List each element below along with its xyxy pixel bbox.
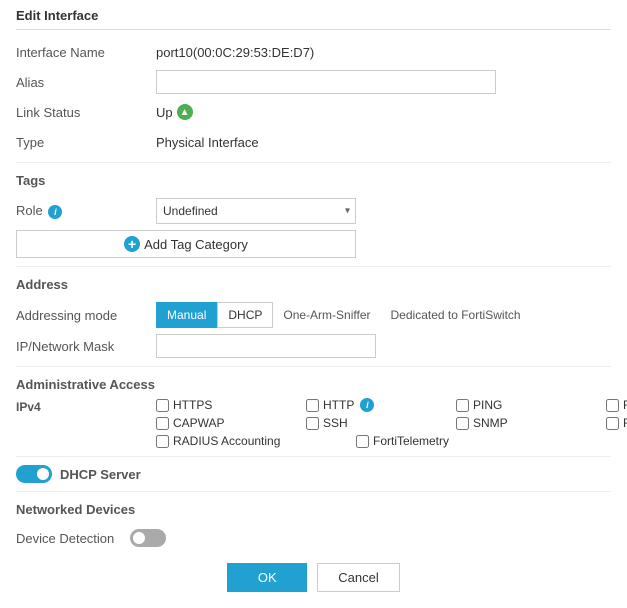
checkbox-ftm: FTM — [606, 416, 627, 430]
http-label: HTTP — [323, 398, 354, 412]
radius-label: RADIUS Accounting — [173, 434, 280, 448]
ipv4-label: IPv4 — [16, 398, 156, 414]
checkbox-https: HTTPS — [156, 398, 286, 412]
ftm-label: FTM — [623, 416, 627, 430]
checkbox-capwap: CAPWAP — [156, 416, 286, 430]
mode-sniffer-label: One-Arm-Sniffer — [273, 302, 380, 328]
ip-mask-input[interactable] — [156, 334, 376, 358]
interface-name-row: Interface Name port10(00:0C:29:53:DE:D7) — [16, 40, 611, 64]
interface-name-value: port10(00:0C:29:53:DE:D7) — [156, 45, 314, 60]
http-checkbox[interactable] — [306, 399, 319, 412]
device-detection-label: Device Detection — [16, 531, 114, 546]
link-status-label: Link Status — [16, 105, 156, 120]
page-title: Edit Interface — [16, 8, 611, 30]
add-tag-row: + Add Tag Category — [16, 230, 611, 258]
divider-3 — [16, 366, 611, 367]
dhcp-server-label: DHCP Server — [60, 467, 141, 482]
tags-section-header: Tags — [16, 173, 611, 192]
ip-mask-input-wrapper — [156, 334, 496, 358]
checkbox-fmg: FMG-Access — [606, 398, 627, 412]
role-row: Role i Undefined LAN WAN DMZ ▾ — [16, 198, 611, 224]
http-info-icon[interactable]: i — [360, 398, 374, 412]
checkbox-http: HTTP i — [306, 398, 436, 412]
ping-checkbox[interactable] — [456, 399, 469, 412]
checkbox-row-3: RADIUS Accounting FortiTelemetry — [156, 434, 627, 448]
mode-manual-button[interactable]: Manual — [156, 302, 217, 328]
device-detection-toggle[interactable] — [130, 529, 166, 547]
checkbox-ssh: SSH — [306, 416, 436, 430]
networked-devices-header: Networked Devices — [16, 502, 611, 521]
ipv4-access-row: IPv4 HTTPS HTTP i PING FMG-Acce — [16, 398, 611, 448]
add-tag-label: Add Tag Category — [144, 237, 248, 252]
divider-5 — [16, 491, 611, 492]
address-section-header: Address — [16, 277, 611, 296]
role-select[interactable]: Undefined LAN WAN DMZ — [156, 198, 356, 224]
divider-4 — [16, 456, 611, 457]
role-info-icon[interactable]: i — [48, 205, 62, 219]
radius-checkbox[interactable] — [156, 435, 169, 448]
checkbox-fortitelemetry: FortiTelemetry — [356, 434, 486, 448]
ssh-checkbox[interactable] — [306, 417, 319, 430]
ssh-label: SSH — [323, 416, 348, 430]
checkbox-row-2: CAPWAP SSH SNMP FTM — [156, 416, 627, 430]
capwap-checkbox[interactable] — [156, 417, 169, 430]
dhcp-slider — [16, 465, 52, 483]
type-value: Physical Interface — [156, 135, 259, 150]
ftm-checkbox[interactable] — [606, 417, 619, 430]
https-label: HTTPS — [173, 398, 212, 412]
add-tag-icon: + — [124, 236, 140, 252]
checkbox-snmp: SNMP — [456, 416, 586, 430]
divider-1 — [16, 162, 611, 163]
admin-access-title: Administrative Access — [16, 377, 611, 392]
form-buttons: OK Cancel — [16, 563, 611, 592]
ip-mask-label: IP/Network Mask — [16, 339, 156, 354]
status-up-icon: ▲ — [177, 104, 193, 120]
checkbox-radius: RADIUS Accounting — [156, 434, 336, 448]
link-status-value: Up ▲ — [156, 104, 193, 120]
fmg-checkbox[interactable] — [606, 399, 619, 412]
add-tag-button[interactable]: + Add Tag Category — [16, 230, 356, 258]
link-status-row: Link Status Up ▲ — [16, 100, 611, 124]
ok-button[interactable]: OK — [227, 563, 307, 592]
interface-name-label: Interface Name — [16, 45, 156, 60]
cancel-button[interactable]: Cancel — [317, 563, 399, 592]
dhcp-server-toggle[interactable] — [16, 465, 52, 483]
alias-row: Alias — [16, 70, 611, 94]
addressing-mode-label: Addressing mode — [16, 308, 156, 323]
alias-input[interactable] — [156, 70, 496, 94]
ping-label: PING — [473, 398, 502, 412]
checkbox-row-1: HTTPS HTTP i PING FMG-Access — [156, 398, 627, 412]
edit-interface-container: Edit Interface Interface Name port10(00:… — [0, 0, 627, 608]
type-label: Type — [16, 135, 156, 150]
fortitelemetry-label: FortiTelemetry — [373, 434, 449, 448]
dhcp-server-row: DHCP Server — [16, 465, 611, 483]
snmp-checkbox[interactable] — [456, 417, 469, 430]
checkbox-ping: PING — [456, 398, 586, 412]
fortitelemetry-checkbox[interactable] — [356, 435, 369, 448]
link-status-text: Up — [156, 105, 173, 120]
ip-mask-row: IP/Network Mask — [16, 334, 611, 358]
https-checkbox[interactable] — [156, 399, 169, 412]
admin-access-checkboxes: HTTPS HTTP i PING FMG-Access — [156, 398, 627, 448]
capwap-label: CAPWAP — [173, 416, 225, 430]
addressing-mode-group: Manual DHCP One-Arm-Sniffer Dedicated to… — [156, 302, 531, 328]
alias-label: Alias — [16, 75, 156, 90]
role-label: Role i — [16, 203, 156, 219]
role-select-wrapper: Undefined LAN WAN DMZ ▾ — [156, 198, 356, 224]
mode-dhcp-button[interactable]: DHCP — [217, 302, 273, 328]
addressing-mode-row: Addressing mode Manual DHCP One-Arm-Snif… — [16, 302, 611, 328]
device-detection-row: Device Detection — [16, 529, 611, 547]
device-detection-slider — [130, 529, 166, 547]
mode-fortiswitch-label: Dedicated to FortiSwitch — [381, 302, 531, 328]
fmg-label: FMG-Access — [623, 398, 627, 412]
divider-2 — [16, 266, 611, 267]
type-row: Type Physical Interface — [16, 130, 611, 154]
alias-input-wrapper — [156, 70, 496, 94]
snmp-label: SNMP — [473, 416, 508, 430]
